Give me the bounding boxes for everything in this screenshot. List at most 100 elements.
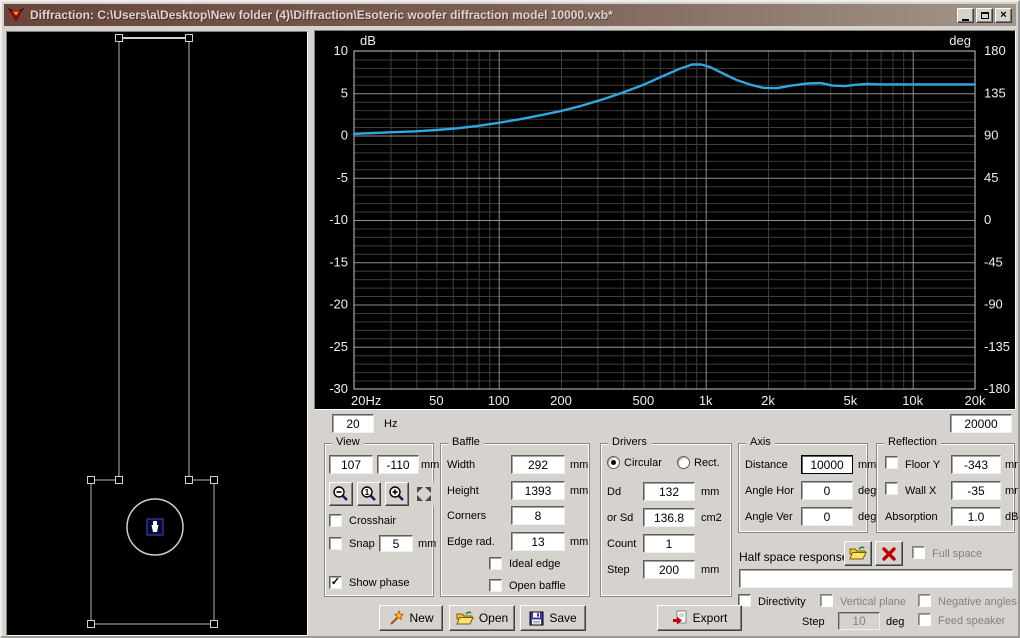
directivity-step-label: Step (802, 616, 825, 628)
floor-y-checkbox[interactable] (885, 456, 898, 469)
baffle-height-input[interactable] (511, 481, 565, 500)
angle-ver-unit: deg (858, 511, 877, 523)
corner-handle[interactable] (115, 476, 123, 484)
baffle-corners-input[interactable] (511, 506, 565, 525)
left-tick-label: -5 (336, 170, 348, 185)
browse-response-button[interactable] (844, 541, 872, 566)
crosshair-checkbox[interactable] (329, 514, 342, 527)
drivers-group: Drivers Circular Rect. Dd mm or Sd cm2 C… (600, 436, 732, 597)
maximize-button[interactable] (976, 8, 993, 23)
wall-x-input[interactable] (951, 481, 1001, 500)
zoom-100-button[interactable]: 1 (357, 482, 381, 506)
absorption-unit: dB (1005, 511, 1019, 523)
absorption-input[interactable] (951, 507, 1001, 526)
driver-step-input[interactable] (643, 560, 695, 579)
feed-speaker-label: Feed speaker (938, 615, 1006, 627)
circular-radio[interactable] (607, 456, 620, 469)
vertical-plane-checkbox[interactable] (820, 594, 833, 607)
angle-hor-input[interactable] (801, 481, 853, 500)
right-tick-label: 135 (984, 85, 1006, 100)
app-logo-icon (8, 8, 24, 21)
clear-response-button[interactable] (875, 541, 903, 566)
x-tick-label: 1k (699, 393, 713, 408)
corner-handle[interactable] (185, 476, 193, 484)
step-label: Step (607, 564, 630, 576)
window-title: Diffraction: C:\Users\a\Desktop\New fold… (30, 8, 613, 22)
save-button[interactable]: Save (520, 605, 586, 631)
right-tick-label: -90 (984, 297, 1003, 312)
new-button[interactable]: New (379, 605, 443, 631)
distance-unit: mm (858, 459, 877, 471)
open-baffle-checkbox[interactable] (489, 579, 502, 592)
delete-x-icon (882, 546, 896, 561)
corner-handle[interactable] (210, 620, 218, 628)
negative-angles-checkbox[interactable] (918, 594, 931, 607)
axis-group: Axis Distance mm Angle Hor deg Angle Ver… (738, 436, 876, 533)
zoom-fit-icon (417, 487, 431, 501)
floor-y-input[interactable] (951, 455, 1001, 474)
zoom-in-button[interactable] (385, 482, 409, 506)
dd-input[interactable] (643, 482, 695, 501)
corner-handle[interactable] (185, 34, 193, 42)
full-space-checkbox[interactable] (912, 546, 925, 559)
half-space-response-input[interactable] (739, 569, 1013, 588)
export-button-label: Export (692, 611, 728, 625)
corner-handle[interactable] (87, 620, 95, 628)
maximize-icon (980, 12, 989, 19)
baffle-width-input[interactable] (511, 455, 565, 474)
title-bar[interactable]: Diffraction: C:\Users\a\Desktop\New fold… (4, 4, 1016, 26)
sd-input[interactable] (643, 508, 695, 527)
save-floppy-icon (529, 611, 544, 625)
zoom-fit-button[interactable] (412, 482, 436, 506)
corner-handle[interactable] (210, 476, 218, 484)
circular-label: Circular (624, 457, 662, 469)
angle-ver-input[interactable] (801, 507, 853, 526)
zoom-out-button[interactable] (329, 482, 353, 506)
export-button[interactable]: Export (657, 605, 742, 631)
freq-start-input[interactable] (332, 414, 374, 433)
right-tick-label: -180 (984, 381, 1010, 396)
wall-x-checkbox[interactable] (885, 482, 898, 495)
crosshair-label: Crosshair (349, 515, 397, 527)
baffle-edge-rad-unit: mm (570, 536, 589, 548)
x-tick-label: 50 (429, 393, 443, 408)
driver-step-unit: mm (701, 564, 720, 576)
baffle-height-label: Height (447, 485, 479, 497)
right-tick-label: 180 (984, 43, 1006, 58)
freq-end-input[interactable] (950, 414, 1012, 433)
baffle-edge-rad-input[interactable] (511, 532, 565, 551)
baffle-canvas[interactable] (6, 31, 308, 636)
ideal-edge-label: Ideal edge (509, 558, 561, 570)
x-tick-label: 20Hz (351, 393, 381, 408)
view-unit: mm (421, 459, 440, 471)
baffle-width-unit: mm (570, 459, 589, 471)
open-button[interactable]: Open (449, 605, 515, 631)
corner-handle[interactable] (87, 476, 95, 484)
show-phase-checkbox[interactable]: ✓ (329, 576, 342, 589)
rect-radio[interactable] (677, 456, 690, 469)
sd-unit: cm2 (701, 512, 722, 524)
view-group: View mm 1 (324, 436, 439, 597)
right-tick-label: -45 (984, 254, 1003, 269)
new-button-label: New (409, 611, 434, 625)
view-y-input[interactable] (377, 455, 419, 474)
x-tick-label: 500 (633, 393, 655, 408)
svg-text:1: 1 (365, 488, 370, 497)
count-input[interactable] (643, 534, 695, 553)
right-tick-label: 45 (984, 170, 998, 185)
snap-checkbox[interactable] (329, 537, 342, 550)
ideal-edge-checkbox[interactable] (489, 557, 502, 570)
minimize-button[interactable] (957, 8, 974, 23)
directivity-step-input[interactable] (838, 612, 880, 630)
feed-speaker-checkbox[interactable] (918, 613, 931, 626)
angle-hor-label: Angle Hor (745, 485, 794, 497)
rect-label: Rect. (694, 457, 720, 469)
corner-handle[interactable] (115, 34, 123, 42)
snap-input[interactable] (379, 535, 413, 552)
drivers-group-label: Drivers (608, 436, 651, 448)
distance-input[interactable] (801, 455, 853, 474)
left-tick-label: -20 (329, 297, 348, 312)
view-x-input[interactable] (329, 455, 373, 474)
series-response (352, 63, 977, 136)
close-button[interactable]: × (995, 8, 1012, 23)
